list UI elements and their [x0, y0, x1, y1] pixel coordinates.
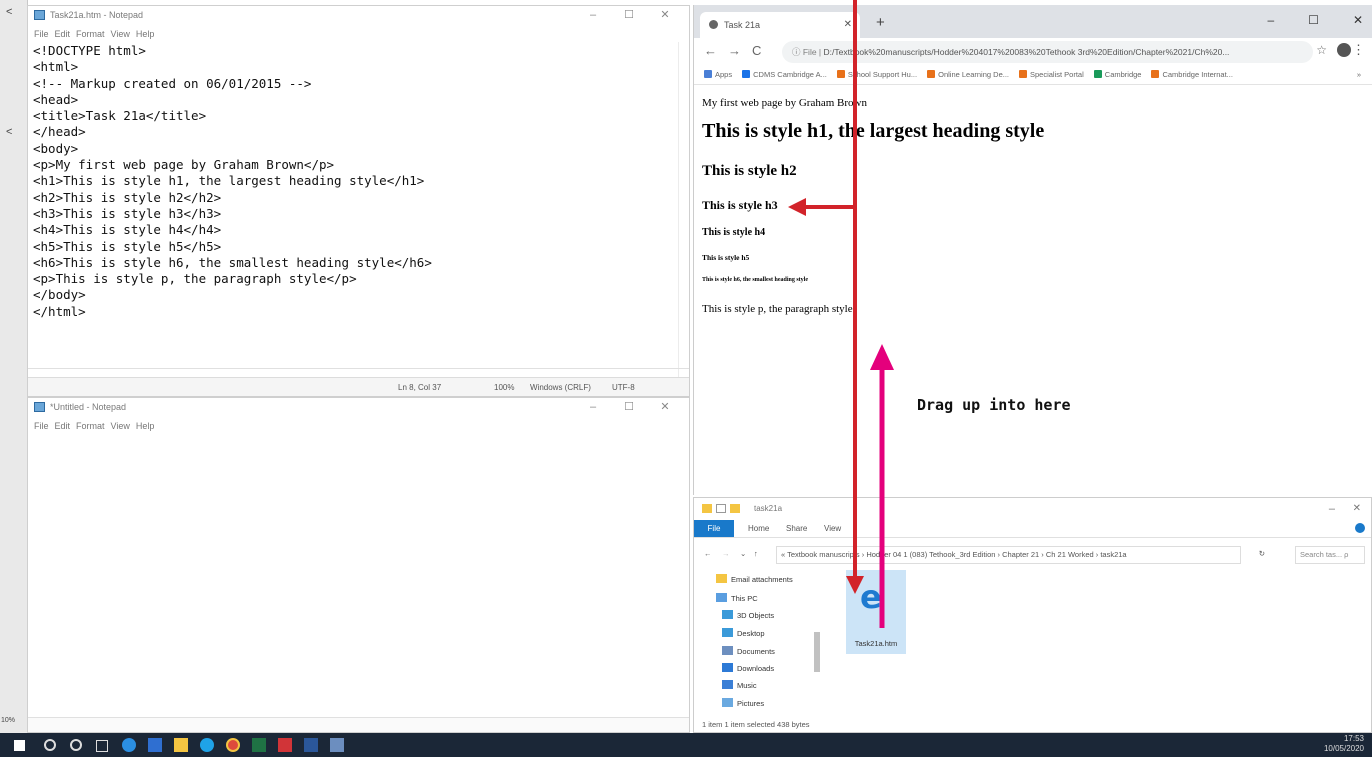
task-view-icon[interactable]	[96, 740, 108, 752]
chrome-icon[interactable]	[226, 738, 240, 752]
clock-date: 10/05/2020	[1323, 744, 1364, 753]
red-arrowhead-left	[788, 198, 806, 216]
annotation-overlay	[788, 0, 894, 628]
system-clock[interactable]: 17:53 10/05/2020	[1324, 734, 1364, 754]
snipping-tool-icon[interactable]	[330, 738, 344, 752]
clock-time: 17:53	[1343, 734, 1364, 743]
drag-instruction-label: Drag up into here	[917, 396, 1071, 414]
acrobat-icon[interactable]	[278, 738, 292, 752]
app-icon[interactable]	[148, 738, 162, 752]
search-icon[interactable]	[44, 739, 56, 751]
start-windows-icon[interactable]	[14, 740, 25, 751]
windows-taskbar: 17:53 10/05/2020	[0, 733, 1372, 757]
cortana-icon[interactable]	[70, 739, 82, 751]
internet-explorer-icon[interactable]	[200, 738, 214, 752]
word-icon[interactable]	[304, 738, 318, 752]
excel-icon[interactable]	[252, 738, 266, 752]
edge-icon[interactable]	[122, 738, 136, 752]
file-explorer-icon[interactable]	[174, 738, 188, 752]
red-arrowhead-down	[846, 576, 864, 594]
magenta-arrowhead-up	[870, 344, 894, 370]
